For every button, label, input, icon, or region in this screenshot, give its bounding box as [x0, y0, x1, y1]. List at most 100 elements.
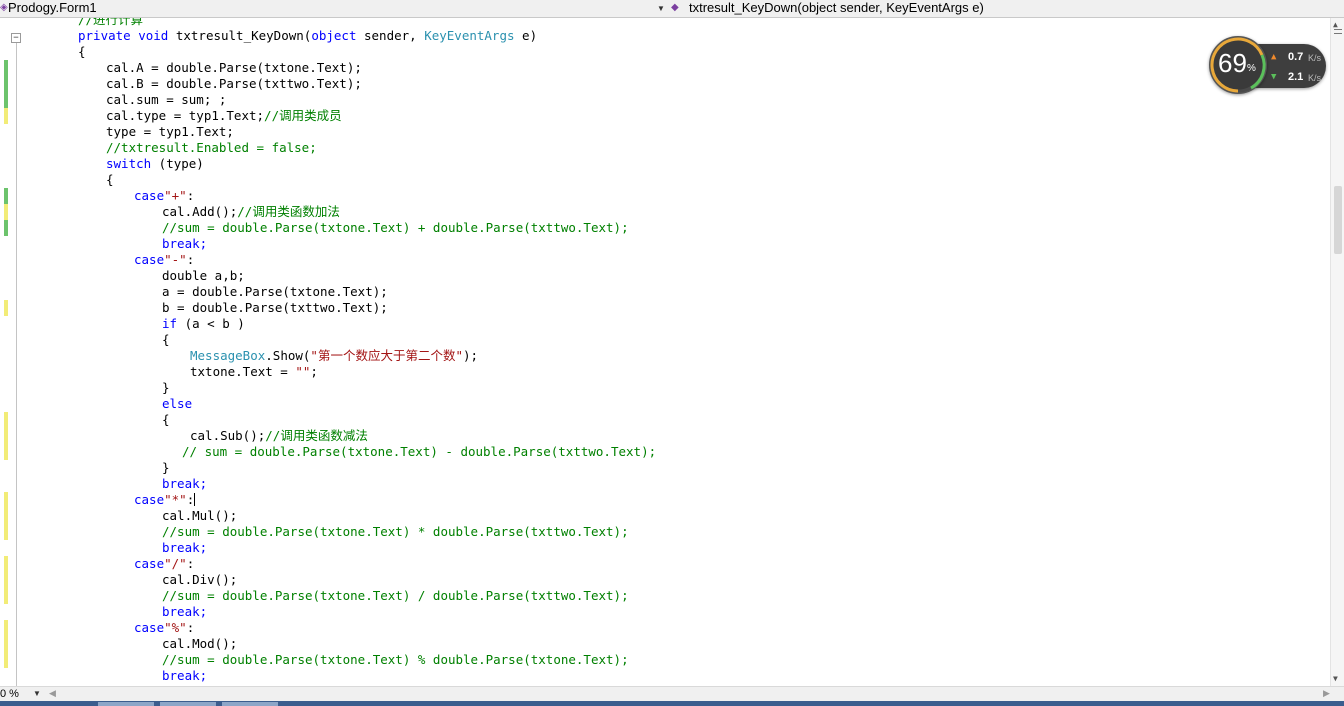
scroll-down-icon[interactable]: ▼ [1333, 674, 1338, 683]
keyword: case [134, 620, 165, 635]
keyword: object [311, 28, 357, 43]
comment: //调用类成员 [264, 108, 342, 123]
code-line: else [162, 396, 193, 411]
outline-guide [16, 43, 17, 686]
code-line: //sum = double.Parse(txtone.Text) % doub… [162, 652, 629, 667]
code-text: txtresult_KeyDown( [168, 28, 312, 43]
code-text: .Show( [265, 348, 311, 363]
comment: //调用类函数加法 [237, 204, 340, 219]
code-line: cal.Sub();//调用类函数减法 [190, 428, 368, 444]
chevron-down-icon[interactable]: ▼ [656, 2, 666, 14]
class-dropdown[interactable]: ◈ Prodogy.Form1 ▼ [0, 0, 668, 17]
keyword: private void [78, 28, 169, 43]
code-line: cal.Mod(); [162, 636, 238, 651]
taskbar-button[interactable] [98, 702, 154, 706]
change-indicator-unsaved [4, 492, 8, 540]
code-line: b = double.Parse(txttwo.Text); [162, 300, 388, 315]
code-line: case"%": [134, 620, 194, 636]
code-text: : [186, 492, 195, 507]
code-line: break; [162, 540, 208, 555]
change-indicator-saved [4, 188, 8, 204]
member-dropdown[interactable]: ◆ txtresult_KeyDown(object sender, KeyEv… [670, 0, 1344, 17]
code-line: case"-": [134, 252, 194, 268]
change-indicator-unsaved [4, 204, 8, 220]
scroll-up-icon[interactable]: ▲ [1333, 20, 1338, 29]
chevron-down-icon[interactable]: ▼ [33, 687, 41, 701]
zoom-level: 0 % [0, 688, 19, 700]
code-line: type = typ1.Text; [106, 124, 234, 139]
code-line: private void txtresult_KeyDown(object se… [78, 28, 537, 44]
taskbar-button[interactable] [222, 702, 278, 706]
taskbar-button[interactable] [160, 702, 216, 706]
change-indicator-unsaved [4, 108, 8, 124]
code-text: cal.Add(); [162, 204, 238, 219]
collapse-icon[interactable]: − [11, 33, 21, 43]
code-line: //sum = double.Parse(txtone.Text) + doub… [162, 220, 629, 235]
type-name: KeyEventArgs [424, 28, 515, 43]
code-line: //sum = double.Parse(txtone.Text) * doub… [162, 524, 629, 539]
taskbar-strip [0, 701, 1344, 706]
code-line: //sum = double.Parse(txtone.Text) / doub… [162, 588, 629, 603]
change-indicator-unsaved [4, 412, 8, 460]
code-line: cal.Add();//调用类函数加法 [162, 204, 340, 220]
code-line: case"*": [134, 492, 196, 508]
scroll-right-icon[interactable]: ▶ [1323, 688, 1330, 699]
member-dropdown-label: txtresult_KeyDown(object sender, KeyEven… [689, 0, 984, 15]
code-line: cal.type = typ1.Text;//调用类成员 [106, 108, 342, 124]
class-icon: ◈ [0, 2, 8, 13]
upload-unit: K/s [1308, 53, 1322, 63]
comment: //调用类函数减法 [265, 428, 368, 443]
code-line: // sum = double.Parse(txtone.Text) - dou… [182, 444, 657, 459]
code-line: if (a < b ) [162, 316, 245, 332]
horizontal-scrollbar[interactable]: 0 % ▼ ◀ ▶ [0, 686, 1344, 701]
upload-arrow-icon: ▲ [1271, 52, 1277, 62]
code-line: break; [162, 476, 208, 491]
download-arrow-icon: ▼ [1271, 72, 1277, 82]
code-text: (type) [151, 156, 204, 171]
code-line: a = double.Parse(txtone.Text); [162, 284, 388, 299]
code-editor[interactable]: − //进行计算 private void txtresult_KeyDown(… [0, 18, 1330, 686]
usage-percent: 69 [1218, 48, 1247, 78]
code-line: txtone.Text = ""; [190, 364, 318, 380]
vertical-scrollbar[interactable]: ▲ ▼ [1330, 18, 1344, 686]
network-speed-widget[interactable]: 69 % ▲ 0.7 K/s ▼ 2.1 K/s [1209, 36, 1328, 98]
code-text: e) [514, 28, 538, 43]
code-line: { [106, 172, 114, 187]
splitter-handle[interactable] [1334, 29, 1342, 34]
scrollbar-thumb[interactable] [1334, 186, 1342, 254]
string-literal: "+" [164, 188, 187, 203]
code-line: { [162, 412, 170, 427]
upload-rate: 0.7 [1288, 51, 1304, 63]
zoom-level-dropdown[interactable]: 0 % ▼ [0, 687, 44, 701]
download-unit: K/s [1308, 73, 1322, 83]
code-text: sender, [356, 28, 425, 43]
scroll-left-icon[interactable]: ◀ [49, 688, 56, 699]
usage-percent-sign: % [1247, 63, 1256, 74]
code-line: } [162, 380, 170, 395]
editor-navigation-bar: ◈ Prodogy.Form1 ▼ ◆ txtresult_KeyDown(ob… [0, 0, 1344, 18]
code-line: { [78, 44, 86, 59]
class-dropdown-label: Prodogy.Form1 [8, 0, 97, 15]
download-rate: 2.1 [1288, 71, 1304, 83]
string-literal: "" [295, 364, 311, 379]
string-literal: "*" [164, 492, 187, 507]
code-line: case"/": [134, 556, 194, 572]
keyword: case [134, 252, 165, 267]
code-text: txtone.Text = [190, 364, 296, 379]
string-literal: "%" [164, 620, 187, 635]
text-caret [194, 493, 196, 506]
change-indicator-saved [4, 220, 8, 236]
code-line: cal.B = double.Parse(txttwo.Text); [106, 76, 362, 91]
code-line: { [162, 332, 170, 347]
code-line: cal.Mul(); [162, 508, 238, 523]
keyword: case [134, 492, 165, 507]
code-line: break; [162, 236, 208, 251]
keyword: case [134, 188, 165, 203]
change-indicator-saved [4, 60, 8, 108]
code-line: case"+": [134, 188, 194, 204]
change-indicator-unsaved [4, 556, 8, 604]
string-literal: "/" [164, 556, 187, 571]
code-text: cal.type = typ1.Text; [106, 108, 265, 123]
code-text: (a < b ) [177, 316, 245, 331]
code-line: cal.A = double.Parse(txtone.Text); [106, 60, 362, 75]
